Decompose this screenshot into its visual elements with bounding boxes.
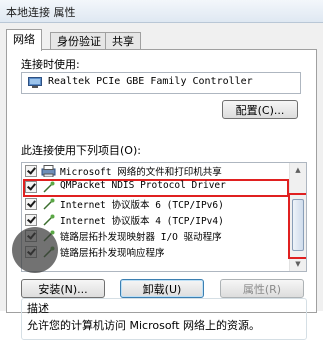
connect-using-label: 连接时使用: [21,58,80,71]
scroll-down-arrow-icon[interactable]: ▼ [290,257,306,271]
properties-button[interactable]: 属性(R) [220,279,304,298]
item-checkbox[interactable] [25,181,37,193]
printer-share-icon [41,165,56,178]
list-item[interactable]: Internet 协议版本 4 (TCP/IPv4) [22,212,288,228]
description-label: 描述 [27,302,49,315]
cursor-highlight-circle [12,227,58,273]
list-scrollbar[interactable]: ▲ ▼ [288,163,306,271]
protocol-icon [41,214,56,226]
scroll-up-arrow-icon[interactable]: ▲ [290,163,306,177]
protocol-icon [41,181,56,193]
configure-button[interactable]: 配置(C)... [222,100,298,119]
title-bar: 本地连接 属性 [0,0,323,23]
list-item[interactable]: Internet 协议版本 6 (TCP/IPv6) [22,196,288,212]
network-adapter-icon [28,77,42,88]
item-label: Internet 协议版本 4 (TCP/IPv4) [60,216,224,227]
description-group: 描述 允许您的计算机访问 Microsoft 网络上的资源。 [21,298,307,340]
list-item[interactable]: 链路层拓扑发现映射器 I/O 驱动程序 [22,228,288,244]
tab-sharing[interactable]: 共享 [105,32,141,50]
adapter-field: Realtek PCIe GBE Family Controller [21,72,301,94]
uninstall-button[interactable]: 卸载(U) [120,279,204,298]
tab-authentication[interactable]: 身份验证 [50,32,108,50]
network-tab-panel: 连接时使用: Realtek PCIe GBE Family Controlle… [6,49,317,340]
items-label: 此连接使用下列项目(O): [21,144,141,157]
item-label: 链路层拓扑发现响应程序 [60,248,165,259]
item-label: Internet 协议版本 6 (TCP/IPv6) [60,200,224,211]
adapter-name: Realtek PCIe GBE Family Controller [48,76,253,87]
window-title: 本地连接 属性 [6,6,76,19]
description-text: 允许您的计算机访问 Microsoft 网络上的资源。 [27,319,261,332]
item-label: 链路层拓扑发现映射器 I/O 驱动程序 [60,232,222,243]
install-button[interactable]: 安装(N)... [21,279,105,298]
dialog-body: 网络 身份验证 共享 连接时使用: Realtek PCIe GBE Famil… [0,23,323,340]
item-checkbox[interactable] [25,165,37,177]
item-label: QMPacket NDIS Protocol Driver [60,180,226,191]
item-checkbox[interactable] [25,214,37,226]
list-item[interactable]: Microsoft 网络的文件和打印机共享 [22,163,288,179]
protocol-icon [41,198,56,210]
item-checkbox[interactable] [25,198,37,210]
components-list[interactable]: Microsoft 网络的文件和打印机共享 QMPacket NDIS Prot… [21,162,307,272]
list-item[interactable]: QMPacket NDIS Protocol Driver [22,179,289,197]
item-label: Microsoft 网络的文件和打印机共享 [60,167,222,178]
tab-network[interactable]: 网络 [6,29,42,51]
list-item[interactable]: 链路层拓扑发现响应程序 [22,244,288,260]
scrollbar-thumb[interactable] [292,199,304,251]
